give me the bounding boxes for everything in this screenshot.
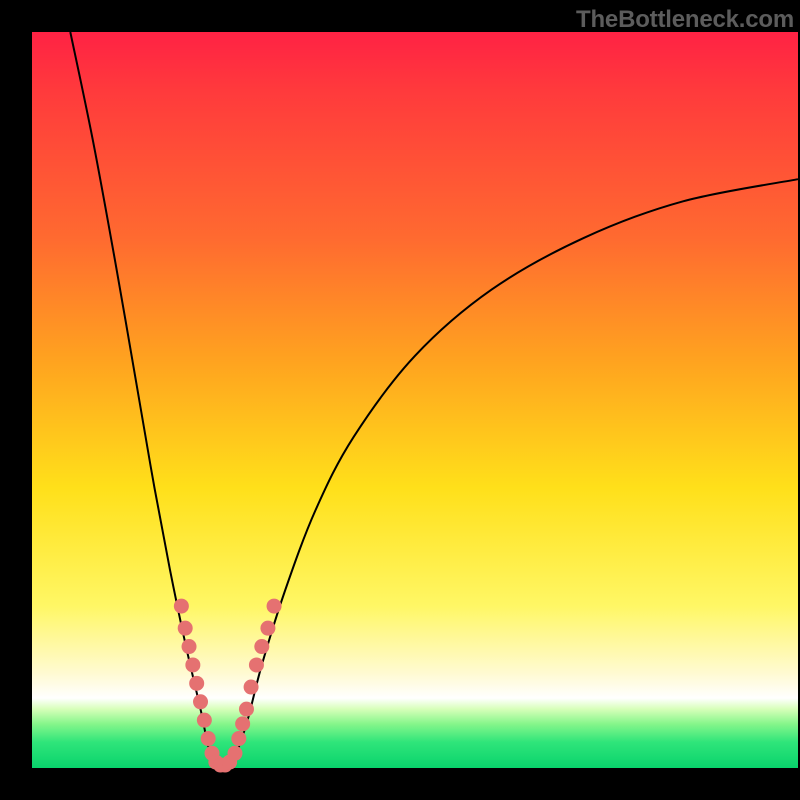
accent-dot <box>189 676 204 691</box>
accent-dot <box>260 621 275 636</box>
accent-dot <box>197 713 212 728</box>
accent-dot <box>235 716 250 731</box>
accent-dot <box>239 702 254 717</box>
accent-dot <box>254 639 269 654</box>
accent-dot <box>244 680 259 695</box>
accent-dot <box>249 657 264 672</box>
right-arm-curve <box>231 179 798 768</box>
accent-dot <box>227 746 242 761</box>
accent-dots-layer <box>174 599 282 773</box>
chart-svg <box>32 32 798 768</box>
accent-dot <box>201 731 216 746</box>
accent-dot <box>267 599 282 614</box>
accent-dot <box>182 639 197 654</box>
curve-layer <box>70 32 798 768</box>
accent-dot <box>178 621 193 636</box>
accent-dot <box>174 599 189 614</box>
attribution-text: TheBottleneck.com <box>576 6 794 34</box>
accent-dot <box>231 731 246 746</box>
accent-dot <box>193 694 208 709</box>
chart-frame: TheBottleneck.com <box>0 0 800 800</box>
accent-dot <box>185 657 200 672</box>
